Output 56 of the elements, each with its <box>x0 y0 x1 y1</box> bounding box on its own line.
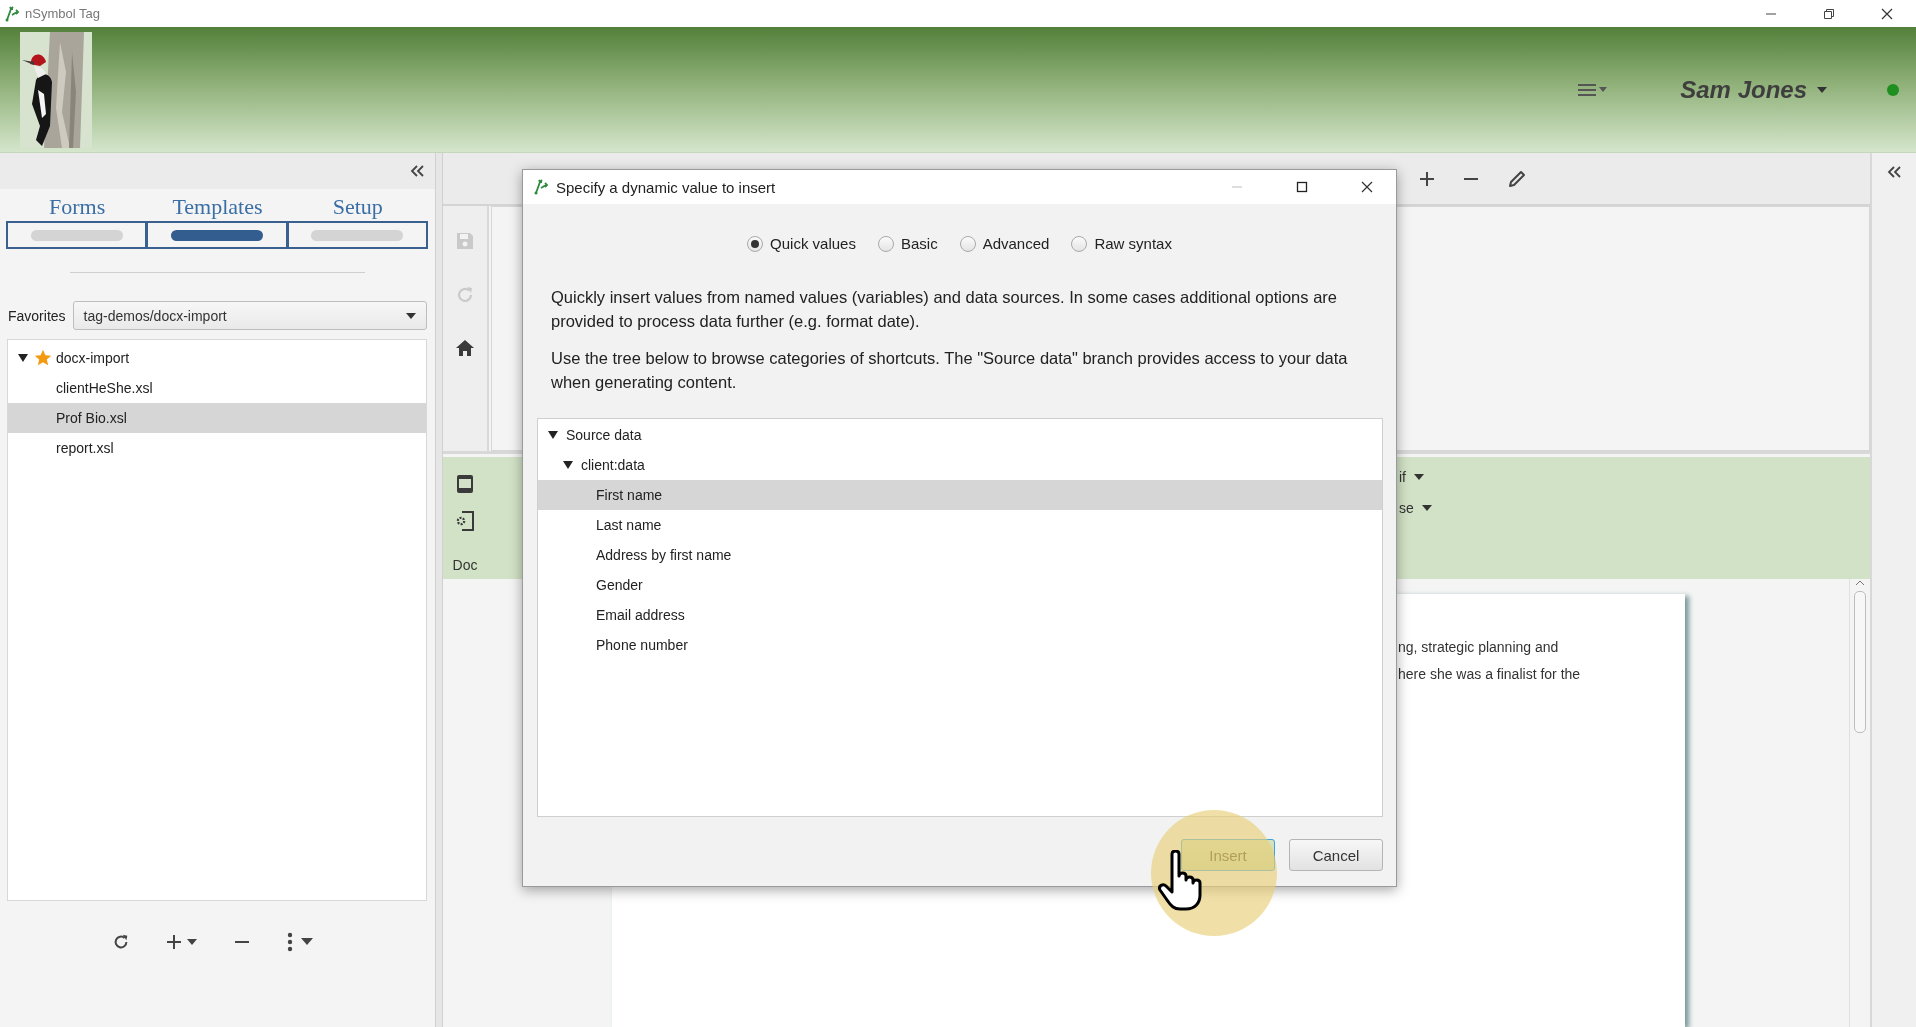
edit-icon[interactable] <box>1507 168 1527 189</box>
menu-icon[interactable] <box>1578 82 1609 97</box>
home-icon[interactable] <box>455 339 475 357</box>
scroll-up-icon[interactable] <box>1855 579 1865 587</box>
caret-icon <box>1817 86 1827 93</box>
tree-item[interactable]: Last name <box>538 510 1382 540</box>
maximize-icon[interactable] <box>1296 181 1308 193</box>
tree-item[interactable]: clientHeShe.xsl <box>8 373 426 403</box>
favorites-dropdown[interactable]: tag-demos/docx-import <box>72 301 427 330</box>
radio-option[interactable]: Quick values <box>747 235 856 252</box>
caret-icon <box>406 312 416 319</box>
panel-icon[interactable] <box>456 474 474 494</box>
tree-item[interactable]: First name <box>538 480 1382 510</box>
tree-item[interactable]: client:data <box>538 450 1382 480</box>
radio-option[interactable]: Basic <box>877 235 938 252</box>
ribbon-label: Doc <box>452 557 478 573</box>
window-title: nSymbol Tag <box>25 6 101 21</box>
radio-option[interactable]: Raw syntax <box>1071 235 1172 252</box>
close-icon[interactable] <box>1881 7 1893 20</box>
tree-item[interactable]: Gender <box>538 570 1382 600</box>
hand-cursor-icon <box>1158 850 1204 912</box>
dialog-button[interactable]: Cancel <box>1289 839 1383 871</box>
add-icon[interactable] <box>165 934 198 950</box>
user-menu[interactable]: Sam Jones <box>1680 75 1827 104</box>
app-icon <box>533 179 549 195</box>
expand-icon[interactable] <box>548 431 560 439</box>
ribbon-menu[interactable]: if <box>1399 469 1432 485</box>
description-text: Use the tree below to browse categories of shortcuts. The "Source data" branch provides access to your data when generating content. <box>551 348 1349 393</box>
description-text: Quickly insert values from named values (variables) and data sources. In some cases additional options are provided to process data further (e.g. format date). <box>551 287 1338 332</box>
expand-icon[interactable] <box>18 354 30 362</box>
add-icon[interactable] <box>1419 170 1435 187</box>
star-icon <box>34 349 52 367</box>
tree-item[interactable]: Email address <box>538 600 1382 630</box>
radio-option[interactable]: Advanced <box>959 235 1050 252</box>
field-label: Favorites <box>8 307 66 324</box>
document-settings-icon[interactable] <box>455 510 475 532</box>
caret-icon <box>1421 505 1432 511</box>
app-icon <box>4 5 20 22</box>
more-icon[interactable] <box>285 932 314 952</box>
caret-icon <box>1414 474 1424 480</box>
ribbon-menu[interactable]: se <box>1399 500 1432 516</box>
collapse-icon[interactable] <box>410 165 424 177</box>
tree-item[interactable]: Prof Bio.xsl <box>8 403 426 433</box>
tree-item[interactable]: Address by first name <box>538 540 1382 570</box>
document-text: ng, strategic planning and <box>1398 638 1560 657</box>
close-icon[interactable] <box>1361 181 1373 193</box>
collapse-icon[interactable] <box>1887 166 1901 178</box>
scroll-thumb[interactable] <box>1854 591 1866 733</box>
tree-item[interactable]: Source data <box>538 420 1382 450</box>
restore-icon[interactable] <box>1823 7 1835 20</box>
expand-icon[interactable] <box>563 461 575 469</box>
tree-item[interactable]: report.xsl <box>8 433 426 463</box>
document-text: here she was a finalist for the <box>1398 665 1582 684</box>
dialog-title: Specify a dynamic value to insert <box>556 178 777 196</box>
tree-item[interactable]: Phone number <box>538 630 1382 660</box>
tree-item[interactable]: docx-import <box>8 343 426 373</box>
